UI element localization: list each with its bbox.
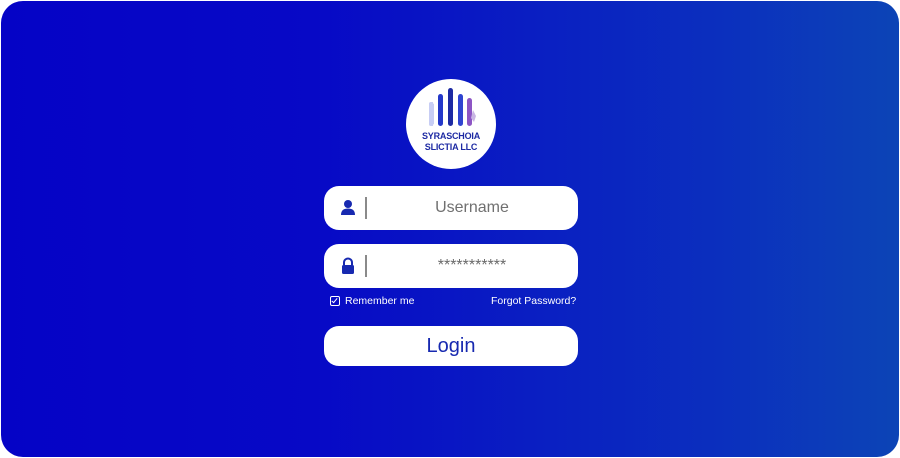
checkbox-checked-icon[interactable] bbox=[330, 296, 340, 306]
remember-me-checkbox[interactable]: Remember me bbox=[330, 294, 414, 308]
password-divider bbox=[365, 255, 367, 277]
lock-icon bbox=[342, 257, 354, 274]
remember-me-label: Remember me bbox=[345, 295, 415, 307]
password-field[interactable] bbox=[324, 244, 578, 288]
logo-text-line1: SYRASCHOIA bbox=[421, 131, 480, 141]
username-field[interactable] bbox=[324, 186, 578, 230]
password-input[interactable] bbox=[372, 244, 572, 288]
login-screen: SYRASCHOIA SLICTIA LLC Remember me Forgo… bbox=[1, 1, 899, 457]
login-button[interactable]: Login bbox=[324, 326, 578, 366]
username-divider bbox=[365, 197, 367, 219]
company-logo: SYRASCHOIA SLICTIA LLC bbox=[406, 79, 496, 169]
forgot-password-link[interactable]: Forgot Password? bbox=[491, 294, 576, 308]
username-input[interactable] bbox=[372, 186, 572, 230]
logo-text-line2: SLICTIA LLC bbox=[424, 142, 478, 152]
user-icon bbox=[341, 200, 355, 215]
logo-bars-icon bbox=[429, 88, 476, 126]
